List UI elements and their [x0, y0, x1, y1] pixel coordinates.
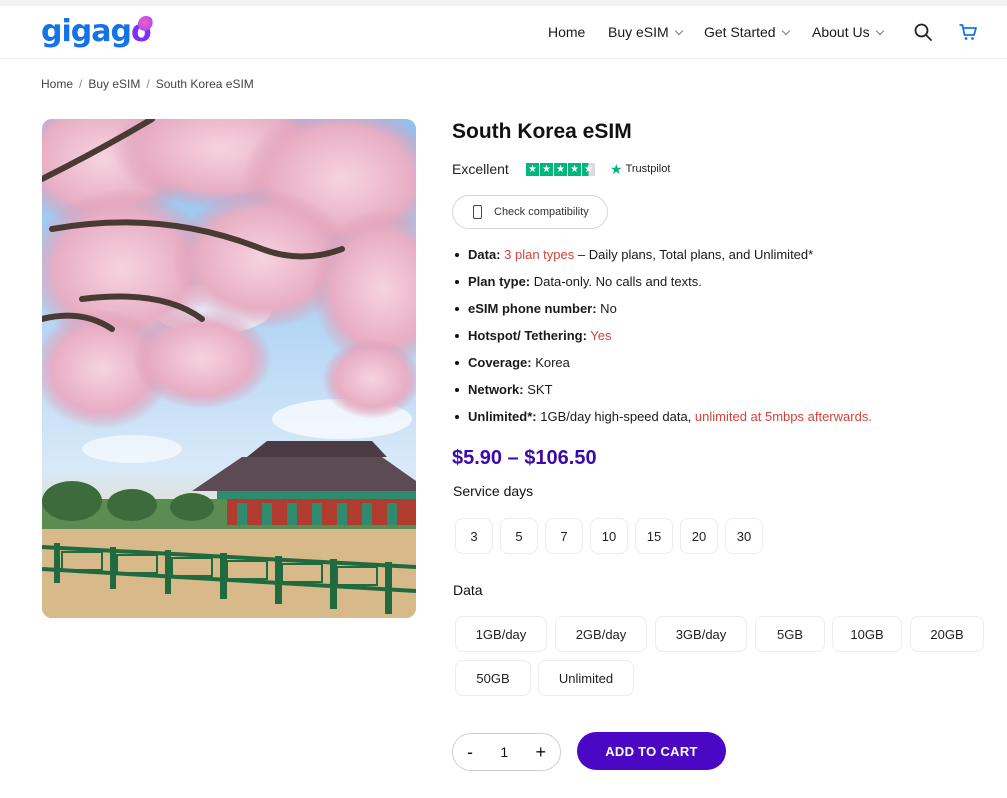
feature-item: Unlimited*: 1GB/day high-speed data, unl…	[452, 408, 972, 435]
logo-text: gigag	[41, 14, 132, 49]
data-option[interactable]: 20GB	[910, 616, 984, 652]
star-half-icon: ★	[582, 163, 595, 176]
price-range: $5.90 – $106.50	[452, 447, 597, 469]
trustpilot-stars: ★ ★ ★ ★ ★	[526, 163, 595, 176]
nav-home[interactable]: Home	[548, 24, 585, 40]
breadcrumb-buy-esim[interactable]: Buy eSIM	[88, 77, 140, 91]
trustpilot-badge[interactable]: ★ Trustpilot	[610, 162, 670, 176]
star-icon: ★	[554, 163, 567, 176]
chevron-down-icon	[875, 26, 884, 35]
nav-about-us[interactable]: About Us	[812, 24, 884, 40]
cart-icon	[959, 24, 977, 40]
feature-item: Plan type: Data-only. No calls and texts…	[452, 273, 972, 300]
product-title: South Korea eSIM	[452, 120, 632, 143]
feature-item: Network: SKT	[452, 381, 972, 408]
gigago-logo[interactable]: gigago	[41, 14, 152, 50]
trustpilot-star-icon: ★	[610, 161, 623, 177]
breadcrumb-home[interactable]: Home	[41, 77, 73, 91]
star-icon: ★	[568, 163, 581, 176]
star-icon: ★	[540, 163, 553, 176]
data-label: Data	[453, 582, 483, 598]
star-icon: ★	[526, 163, 539, 176]
feature-key: Unlimited*:	[468, 409, 537, 424]
feature-list: Data: 3 plan types – Daily plans, Total …	[452, 246, 972, 435]
chevron-down-icon	[781, 26, 790, 35]
add-to-cart-button[interactable]: ADD TO CART	[577, 732, 726, 770]
feature-item: Coverage: Korea	[452, 354, 972, 381]
feature-value: No	[596, 301, 617, 316]
data-option[interactable]: 3GB/day	[655, 616, 747, 652]
breadcrumb-separator: /	[146, 77, 150, 91]
feature-key: Network:	[468, 382, 524, 397]
data-option[interactable]: 10GB	[832, 616, 902, 652]
search-button[interactable]	[913, 22, 933, 42]
nav-get-started[interactable]: Get Started	[704, 24, 790, 40]
nav-get-started-label: Get Started	[704, 24, 776, 40]
feature-highlight: unlimited at 5mbps afterwards.	[694, 409, 872, 424]
feature-item: eSIM phone number: No	[452, 300, 972, 327]
quantity-value[interactable]: 1	[500, 744, 508, 760]
feature-value: SKT	[523, 382, 553, 397]
check-compatibility-button[interactable]: Check compatibility	[452, 195, 608, 229]
feature-key: eSIM phone number:	[468, 301, 597, 316]
service-day-option[interactable]: 3	[455, 518, 493, 554]
service-day-option[interactable]: 30	[725, 518, 763, 554]
data-option[interactable]: 5GB	[755, 616, 825, 652]
check-compatibility-label: Check compatibility	[494, 206, 589, 218]
quantity-stepper: - 1 +	[452, 733, 561, 771]
breadcrumb: Home / Buy eSIM / South Korea eSIM	[41, 77, 254, 91]
nav-home-label: Home	[548, 24, 586, 40]
service-day-option[interactable]: 15	[635, 518, 673, 554]
feature-key: Hotspot/ Tethering:	[468, 328, 587, 343]
product-image	[42, 119, 416, 618]
breadcrumb-current: South Korea eSIM	[155, 77, 254, 91]
nav-buy-esim-label: Buy eSIM	[608, 24, 669, 40]
feature-key: Plan type:	[468, 274, 531, 289]
cart-button[interactable]	[958, 22, 978, 42]
feature-highlight: Yes	[586, 328, 612, 343]
feature-value: 1GB/day high-speed data,	[536, 409, 695, 424]
feature-key: Coverage:	[468, 355, 532, 370]
nav-buy-esim[interactable]: Buy eSIM	[608, 24, 683, 40]
breadcrumb-separator: /	[79, 77, 83, 91]
service-days-label: Service days	[453, 483, 534, 499]
service-day-option[interactable]: 10	[590, 518, 628, 554]
feature-value: Korea	[531, 355, 570, 370]
quantity-increase-button[interactable]: +	[535, 743, 546, 761]
nav-about-us-label: About Us	[812, 24, 870, 40]
feature-value: Data-only. No calls and texts.	[530, 274, 702, 289]
data-option[interactable]: 50GB	[455, 660, 531, 696]
feature-value: – Daily plans, Total plans, and Unlimite…	[574, 247, 814, 262]
service-day-option[interactable]: 20	[680, 518, 718, 554]
service-day-option[interactable]: 5	[500, 518, 538, 554]
feature-highlight: 3 plan types	[504, 247, 575, 262]
data-option[interactable]: Unlimited	[538, 660, 634, 696]
chevron-down-icon	[674, 26, 683, 35]
phone-icon	[473, 205, 482, 219]
feature-item: Hotspot/ Tethering: Yes	[452, 327, 972, 354]
service-day-option[interactable]: 7	[545, 518, 583, 554]
logo-spark-icon	[138, 16, 154, 32]
trustpilot-label: Trustpilot	[625, 163, 671, 175]
data-option[interactable]: 2GB/day	[555, 616, 647, 652]
feature-key: Data:	[468, 247, 501, 262]
feature-item: Data: 3 plan types – Daily plans, Total …	[452, 246, 972, 273]
site-header: gigago Home Buy eSIM Get Started About U…	[0, 6, 1007, 59]
data-option[interactable]: 1GB/day	[455, 616, 547, 652]
cherry-blossom-pavilion-illustration	[42, 119, 416, 618]
rating-label: Excellent	[452, 161, 509, 177]
quantity-decrease-button[interactable]: -	[467, 743, 473, 761]
search-icon	[914, 23, 932, 41]
